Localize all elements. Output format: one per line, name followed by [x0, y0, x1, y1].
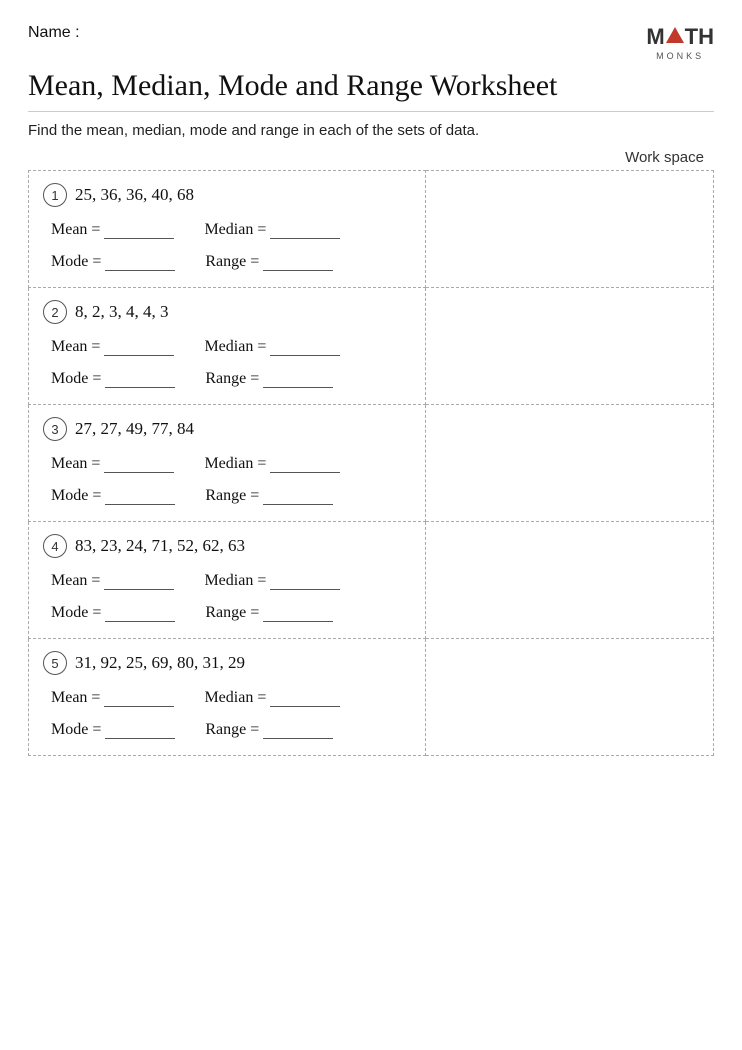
- range-line-5[interactable]: [263, 738, 333, 739]
- mean-line-3[interactable]: [104, 472, 174, 473]
- median-label-2: Median =: [204, 338, 340, 356]
- name-label: Name :: [28, 24, 80, 42]
- median-line-2[interactable]: [270, 355, 340, 356]
- instructions: Find the mean, median, mode and range in…: [28, 122, 714, 139]
- problem-number-5: 5: [43, 651, 67, 675]
- problem-cell-3: 3 27, 27, 49, 77, 84 Mean = Median = Mod…: [29, 405, 426, 522]
- mode-line-4[interactable]: [105, 621, 175, 622]
- range-line-1[interactable]: [263, 270, 333, 271]
- range-line-2[interactable]: [263, 387, 333, 388]
- logo: M TH MONKS: [646, 24, 714, 61]
- median-line-1[interactable]: [270, 238, 340, 239]
- data-set-5: 31, 92, 25, 69, 80, 31, 29: [75, 653, 245, 673]
- median-label-3: Median =: [204, 455, 340, 473]
- logo-m-text: M: [646, 24, 664, 50]
- problem-number-4: 4: [43, 534, 67, 558]
- mean-line-2[interactable]: [104, 355, 174, 356]
- range-label-5: Range =: [205, 721, 333, 739]
- page-title: Mean, Median, Mode and Range Worksheet: [28, 69, 714, 112]
- median-label-5: Median =: [204, 689, 340, 707]
- data-set-3: 27, 27, 49, 77, 84: [75, 419, 194, 439]
- problem-cell-2: 2 8, 2, 3, 4, 4, 3 Mean = Median = Mode …: [29, 288, 426, 405]
- workspace-cell-1[interactable]: [426, 171, 714, 288]
- mean-label-5: Mean =: [51, 689, 174, 707]
- data-set-4: 83, 23, 24, 71, 52, 62, 63: [75, 536, 245, 556]
- median-line-3[interactable]: [270, 472, 340, 473]
- workspace-cell-5[interactable]: [426, 639, 714, 756]
- mode-line-5[interactable]: [105, 738, 175, 739]
- problem-cell-5: 5 31, 92, 25, 69, 80, 31, 29 Mean = Medi…: [29, 639, 426, 756]
- workspace-cell-2[interactable]: [426, 288, 714, 405]
- mode-label-4: Mode =: [51, 604, 175, 622]
- workspace-cell-3[interactable]: [426, 405, 714, 522]
- logo-monks-text: MONKS: [656, 51, 704, 61]
- logo-th-text: TH: [685, 24, 714, 50]
- mode-line-1[interactable]: [105, 270, 175, 271]
- range-label-3: Range =: [205, 487, 333, 505]
- median-label-1: Median =: [204, 221, 340, 239]
- mean-label-2: Mean =: [51, 338, 174, 356]
- range-label-2: Range =: [205, 370, 333, 388]
- workspace-label: Work space: [625, 149, 704, 166]
- workspace-cell-4[interactable]: [426, 522, 714, 639]
- data-set-1: 25, 36, 36, 40, 68: [75, 185, 194, 205]
- mean-line-1[interactable]: [104, 238, 174, 239]
- range-line-4[interactable]: [263, 621, 333, 622]
- median-line-4[interactable]: [270, 589, 340, 590]
- range-line-3[interactable]: [263, 504, 333, 505]
- range-label-1: Range =: [205, 253, 333, 271]
- mode-label-5: Mode =: [51, 721, 175, 739]
- mean-label-1: Mean =: [51, 221, 174, 239]
- mean-label-3: Mean =: [51, 455, 174, 473]
- median-label-4: Median =: [204, 572, 340, 590]
- mode-label-2: Mode =: [51, 370, 175, 388]
- mode-label-3: Mode =: [51, 487, 175, 505]
- problem-number-2: 2: [43, 300, 67, 324]
- problem-number-1: 1: [43, 183, 67, 207]
- mode-label-1: Mode =: [51, 253, 175, 271]
- logo-triangle-icon: [666, 27, 684, 43]
- data-set-2: 8, 2, 3, 4, 4, 3: [75, 302, 169, 322]
- problem-cell-4: 4 83, 23, 24, 71, 52, 62, 63 Mean = Medi…: [29, 522, 426, 639]
- mode-line-2[interactable]: [105, 387, 175, 388]
- problem-number-3: 3: [43, 417, 67, 441]
- mean-label-4: Mean =: [51, 572, 174, 590]
- mean-line-4[interactable]: [104, 589, 174, 590]
- range-label-4: Range =: [205, 604, 333, 622]
- mode-line-3[interactable]: [105, 504, 175, 505]
- problems-table: 1 25, 36, 36, 40, 68 Mean = Median = Mod…: [28, 170, 714, 756]
- mean-line-5[interactable]: [104, 706, 174, 707]
- problem-cell-1: 1 25, 36, 36, 40, 68 Mean = Median = Mod…: [29, 171, 426, 288]
- median-line-5[interactable]: [270, 706, 340, 707]
